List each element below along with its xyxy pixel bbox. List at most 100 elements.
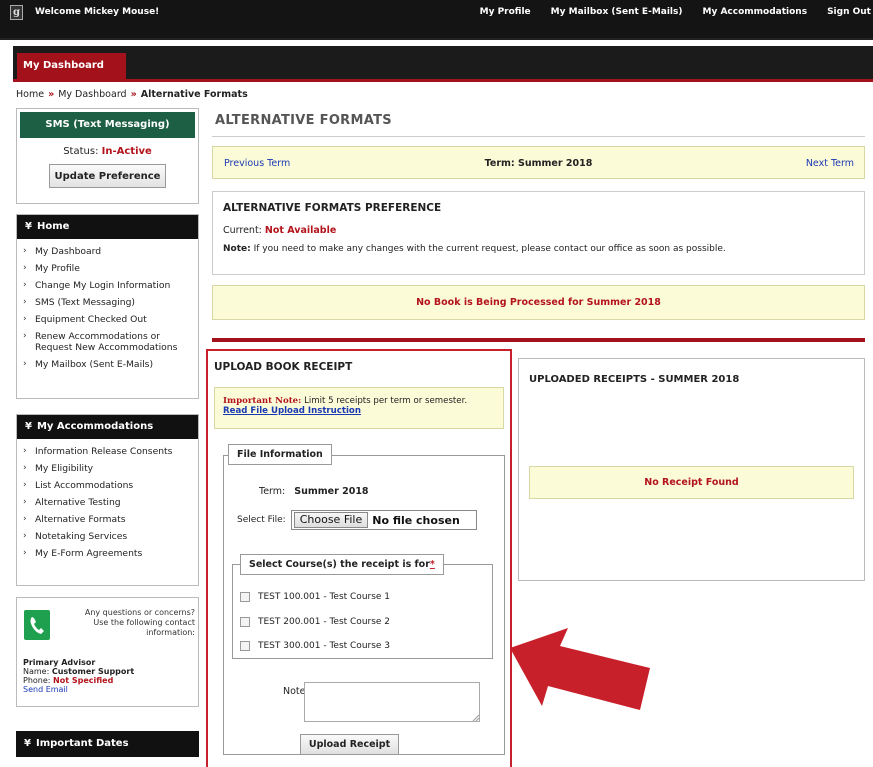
sms-panel-title: SMS (Text Messaging): [20, 112, 195, 138]
update-preference-button[interactable]: Update Preference: [49, 164, 166, 188]
sidebar-item-label: Alternative Formats: [35, 514, 126, 525]
important-dates-panel: ¥ Important Dates: [16, 731, 199, 767]
sidebar-item-notetaking[interactable]: › Notetaking Services: [23, 528, 198, 545]
choose-file-button[interactable]: Choose File: [293, 512, 369, 528]
important-dates-header[interactable]: ¥ Important Dates: [16, 731, 199, 757]
home-menu-list: › My Dashboard › My Profile › Change My Log…: [17, 239, 198, 377]
sms-status-value: In-Active: [101, 146, 152, 157]
upload-receipt-panel: UPLOAD BOOK RECEIPT Important Note: Limi…: [206, 349, 512, 767]
top-bar: g Welcome Mickey Mouse! My Profile My Ma…: [0, 0, 873, 40]
course-option[interactable]: TEST 100.001 - Test Course 1: [240, 592, 390, 602]
sidebar-item-my-dashboard[interactable]: › My Dashboard: [23, 243, 198, 260]
sidebar-item-label: My E-Form Agreements: [35, 548, 143, 559]
chevron-right-icon: ›: [23, 359, 27, 369]
upload-important-note: Important Note: Limit 5 receipts per ter…: [214, 387, 504, 429]
important-note-label: Important Note:: [223, 396, 302, 406]
home-menu-panel: ¥ Home › My Dashboard › My Profile › Change …: [16, 214, 199, 399]
advisor-phone-row: Phone: Not Specified: [23, 676, 134, 685]
important-note-text: Limit 5 receipts per term or semester.: [304, 396, 468, 406]
course-selection-legend: Select Course(s) the receipt is for*: [240, 554, 444, 575]
chevron-right-icon: ›: [23, 531, 27, 541]
sidebar-item-renew-accommodations[interactable]: › Renew Accommodations or Request New Acc…: [23, 328, 198, 356]
annotation-arrow-icon: [510, 628, 660, 728]
send-email-link[interactable]: Send Email: [23, 685, 134, 694]
chevron-right-icon: ›: [23, 548, 27, 558]
sidebar-item-release-consents[interactable]: › Information Release Consents: [23, 443, 198, 460]
preference-title: ALTERNATIVE FORMATS PREFERENCE: [223, 202, 442, 214]
file-status-text: No file chosen: [372, 513, 460, 527]
upload-term-value: Summer 2018: [294, 486, 369, 497]
sidebar-item-my-mailbox[interactable]: › My Mailbox (Sent E-Mails): [23, 356, 198, 373]
upload-receipt-button[interactable]: Upload Receipt: [300, 734, 399, 755]
welcome-prefix: Welcome: [35, 7, 81, 17]
no-receipt-message: No Receipt Found: [529, 466, 854, 499]
course-checkbox[interactable]: [240, 617, 250, 627]
sidebar-item-equipment[interactable]: › Equipment Checked Out: [23, 311, 198, 328]
file-input[interactable]: Choose File No file chosen: [290, 510, 477, 530]
required-marker: *: [429, 559, 435, 570]
sms-status: Status: In-Active: [17, 146, 198, 157]
nav-my-mailbox[interactable]: My Mailbox (Sent E-Mails): [551, 7, 683, 17]
sidebar-item-sms[interactable]: › SMS (Text Messaging): [23, 294, 198, 311]
sidebar-item-label: My Dashboard: [35, 246, 102, 257]
contact-panel: Any questions or concerns? Use the follo…: [16, 597, 199, 707]
phone-icon: [24, 610, 50, 640]
course-checkbox[interactable]: [240, 641, 250, 651]
double-chevron-down-icon: ¥: [24, 738, 31, 749]
sidebar-item-list-accommodations[interactable]: › List Accommodations: [23, 477, 198, 494]
app-logo-icon: g: [10, 5, 23, 20]
sidebar-item-alternative-testing[interactable]: › Alternative Testing: [23, 494, 198, 511]
sms-panel: SMS (Text Messaging) Status: In-Active U…: [16, 108, 199, 204]
course-option-label: TEST 300.001 - Test Course 3: [258, 641, 391, 651]
chevron-right-icon: ›: [23, 463, 27, 473]
nav-my-accommodations[interactable]: My Accommodations: [703, 7, 808, 17]
chevron-right-icon: ›: [23, 246, 27, 256]
nav-sign-out[interactable]: Sign Out: [827, 7, 871, 17]
sms-status-label: Status:: [63, 146, 99, 157]
sidebar-item-label: Alternative Testing: [35, 497, 121, 508]
sidebar-item-alternative-formats[interactable]: › Alternative Formats: [23, 511, 198, 528]
uploaded-receipts-title: UPLOADED RECEIPTS - SUMMER 2018: [529, 374, 740, 385]
section-divider: [212, 338, 865, 342]
note-textarea[interactable]: [304, 682, 480, 722]
sidebar-item-label: My Mailbox (Sent E-Mails): [35, 359, 154, 370]
tab-bar: My Dashboard: [13, 46, 873, 82]
welcome-message: Welcome Mickey Mouse!: [35, 7, 159, 17]
title-divider: [212, 136, 865, 137]
sidebar-item-eligibility[interactable]: › My Eligibility: [23, 460, 198, 477]
upload-instruction-link[interactable]: Read File Upload Instruction: [223, 406, 361, 416]
advisor-heading: Primary Advisor: [23, 658, 96, 667]
tab-my-dashboard[interactable]: My Dashboard: [17, 53, 126, 79]
preference-current: Current: Not Available: [223, 225, 854, 236]
sidebar-item-eform-agreements[interactable]: › My E-Form Agreements: [23, 545, 198, 562]
next-term-link[interactable]: Next Term: [806, 158, 854, 169]
formats-preference-box: ALTERNATIVE FORMATS PREFERENCE Current: …: [212, 191, 865, 275]
course-legend-text: Select Course(s) the receipt is for: [249, 559, 430, 570]
processing-status-message: No Book is Being Processed for Summer 20…: [212, 285, 865, 320]
home-menu-header[interactable]: ¥ Home: [17, 215, 198, 239]
nav-my-profile[interactable]: My Profile: [480, 7, 531, 17]
sidebar-item-label: Equipment Checked Out: [35, 314, 147, 325]
preference-note: Note: If you need to make any changes wi…: [223, 244, 854, 254]
chevron-right-icon: ›: [23, 263, 27, 273]
sidebar-item-change-login[interactable]: › Change My Login Information: [23, 277, 198, 294]
upload-receipt-title: UPLOAD BOOK RECEIPT: [214, 361, 353, 373]
select-file-label: Select File:: [237, 515, 286, 525]
sidebar-item-label: Information Release Consents: [35, 446, 173, 457]
breadcrumb-dashboard[interactable]: My Dashboard: [58, 89, 126, 100]
sidebar-item-my-profile[interactable]: › My Profile: [23, 260, 198, 277]
breadcrumb-home[interactable]: Home: [16, 89, 44, 100]
accommodations-menu-header[interactable]: ¥ My Accommodations: [17, 415, 198, 439]
preference-current-value: Not Available: [264, 225, 337, 236]
course-option[interactable]: TEST 200.001 - Test Course 2: [240, 617, 390, 627]
advisor-name-value: Customer Support: [51, 667, 135, 676]
page-title: ALTERNATIVE FORMATS: [215, 113, 392, 128]
contact-instructions: Any questions or concerns? Use the follo…: [84, 608, 195, 637]
course-option[interactable]: TEST 300.001 - Test Course 3: [240, 641, 390, 651]
select-file-row: Select File: Choose File No file chosen: [237, 510, 477, 530]
sidebar-item-label: My Eligibility: [35, 463, 94, 474]
accommodations-menu-panel: ¥ My Accommodations › Information Release …: [16, 414, 199, 586]
uploaded-receipts-panel: UPLOADED RECEIPTS - SUMMER 2018 No Recei…: [518, 358, 865, 581]
breadcrumb-separator-icon: »: [48, 89, 55, 100]
course-checkbox[interactable]: [240, 592, 250, 602]
